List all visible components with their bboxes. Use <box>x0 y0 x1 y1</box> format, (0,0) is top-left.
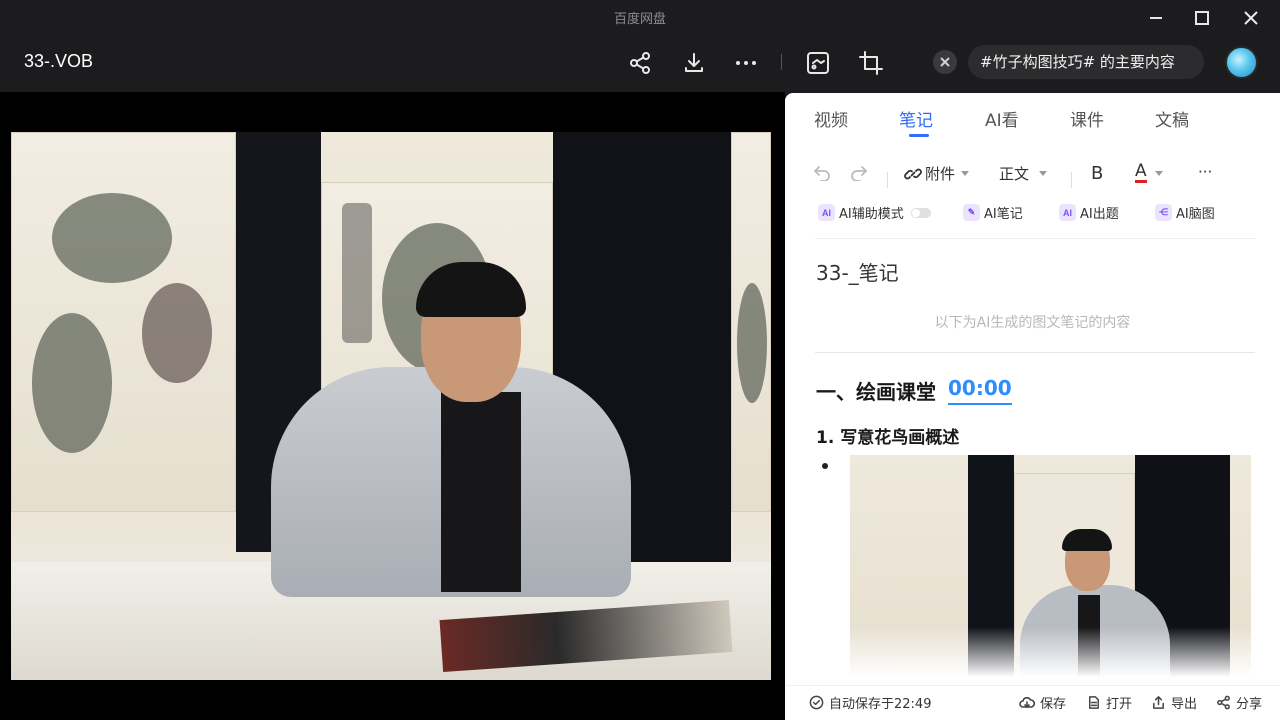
tab-video[interactable]: 视频 <box>814 106 848 131</box>
bold-button[interactable]: B <box>1091 163 1103 184</box>
attachment-label: 附件 <box>925 165 956 183</box>
search-query-pill[interactable]: #竹子构图技巧# 的主要内容 <box>968 45 1204 79</box>
notes-panel: 视频 笔记 AI看 课件 文稿 附件 正文 B A ··· AI AI辅助模式 … <box>785 93 1280 720</box>
ai-assist-mode-label: AI辅助模式 <box>839 207 904 222</box>
active-tab-indicator <box>909 134 929 137</box>
toolbar-separator <box>781 54 782 70</box>
redo-button[interactable] <box>850 163 868 181</box>
note-heading-1: 一、绘画课堂 00:00 <box>816 376 1012 405</box>
document-icon <box>1089 696 1099 709</box>
open-button[interactable]: 打开 <box>1086 693 1132 712</box>
autosave-status: 自动保存于22:49 <box>809 693 931 712</box>
mindmap-icon: ⋲ <box>1155 204 1172 221</box>
chevron-down-icon <box>1039 171 1048 176</box>
timestamp-link[interactable]: 00:00 <box>948 376 1012 405</box>
more-icon: ··· <box>1198 163 1213 181</box>
maximize-button[interactable] <box>1182 4 1222 32</box>
cloud-save-icon <box>1019 696 1035 708</box>
download-button[interactable] <box>679 48 709 78</box>
ai-quiz-button[interactable]: AI AI出题 <box>1059 203 1119 222</box>
export-button[interactable]: 导出 <box>1151 693 1197 712</box>
crop-icon <box>859 51 883 75</box>
note-heading-2: 1. 写意花鸟画概述 <box>816 428 960 448</box>
bold-icon: B <box>1091 163 1104 184</box>
share-icon <box>1217 695 1230 710</box>
more-button[interactable] <box>731 48 761 78</box>
close-icon <box>940 57 950 67</box>
save-button[interactable]: 保存 <box>1019 693 1066 712</box>
undo-icon <box>814 166 830 181</box>
crop-button[interactable] <box>856 48 886 78</box>
list-bullet <box>822 463 828 469</box>
share-icon <box>630 52 650 74</box>
tab-transcript[interactable]: 文稿 <box>1155 106 1189 131</box>
share-label: 分享 <box>1236 697 1263 712</box>
share-note-button[interactable]: 分享 <box>1216 693 1262 712</box>
minimize-button[interactable] <box>1136 4 1176 32</box>
font-color-icon: A <box>1135 161 1147 183</box>
ai-quiz-icon: AI <box>1059 204 1076 221</box>
close-window-button[interactable] <box>1231 4 1271 32</box>
more-format-button[interactable]: ··· <box>1198 163 1212 181</box>
undo-button[interactable] <box>813 163 831 181</box>
note-edit-icon: ✎ <box>963 204 980 221</box>
toggle-switch[interactable] <box>910 207 931 218</box>
ai-assist-mode-toggle[interactable]: AI AI辅助模式 <box>818 203 931 222</box>
ai-icon: AI <box>818 204 835 221</box>
font-color-button[interactable]: A <box>1135 163 1163 183</box>
open-label: 打开 <box>1106 697 1133 712</box>
export-icon <box>1153 696 1164 709</box>
panel-tabs: 视频 笔记 AI看 课件 文稿 <box>785 93 1280 143</box>
note-title[interactable]: 33-_笔记 <box>816 257 899 286</box>
video-snapshot-image[interactable] <box>850 455 1251 677</box>
ai-note-button[interactable]: ✎ AI笔记 <box>963 203 1023 222</box>
ai-mindmap-label: AI脑图 <box>1176 207 1215 222</box>
autosave-label: 自动保存于22:49 <box>829 697 932 712</box>
save-label: 保存 <box>1040 697 1067 712</box>
redo-icon <box>851 166 867 181</box>
heading-text: 一、绘画课堂 <box>816 380 936 404</box>
title-bar: 百度网盘 <box>0 0 1280 34</box>
video-player[interactable] <box>0 92 785 720</box>
file-name: 33-.VOB <box>24 51 94 71</box>
download-icon <box>685 53 703 72</box>
painting-scroll <box>11 132 236 512</box>
more-icon <box>736 61 756 65</box>
check-circle-icon <box>809 695 824 710</box>
close-icon <box>1244 11 1258 25</box>
text-style-select[interactable]: 正文 <box>999 163 1048 184</box>
video-frame[interactable] <box>11 132 771 680</box>
export-label: 导出 <box>1171 697 1198 712</box>
ai-mindmap-button[interactable]: ⋲ AI脑图 <box>1155 203 1215 222</box>
format-toolbar: 附件 正文 B A ··· <box>785 155 1280 189</box>
minimize-icon <box>1150 17 1162 19</box>
ai-tools-row: AI AI辅助模式 ✎ AI笔记 AI AI出题 ⋲ AI脑图 <box>785 197 1280 227</box>
app-title: 百度网盘 <box>613 12 666 27</box>
screenshot-button[interactable] <box>803 48 833 78</box>
ai-quiz-label: AI出题 <box>1080 207 1119 222</box>
chevron-down-icon <box>1154 170 1163 176</box>
link-icon <box>904 168 922 179</box>
maximize-icon <box>1195 11 1209 25</box>
chevron-down-icon <box>961 171 970 176</box>
ai-note-label: AI笔记 <box>984 207 1023 222</box>
tab-courseware[interactable]: 课件 <box>1070 106 1104 131</box>
tab-ai-watch[interactable]: AI看 <box>985 106 1019 131</box>
painting-scroll <box>731 132 771 512</box>
tab-notes[interactable]: 笔记 <box>899 106 933 131</box>
ai-generated-hint: 以下为AI生成的图文笔记的内容 <box>934 315 1131 331</box>
screenshot-icon <box>807 52 829 74</box>
attachment-button[interactable]: 附件 <box>904 163 970 184</box>
avatar[interactable] <box>1225 46 1258 79</box>
notes-footer: 自动保存于22:49 保存 打开 导出 分享 <box>785 685 1280 720</box>
share-button[interactable] <box>625 48 655 78</box>
close-search-button[interactable] <box>933 50 957 74</box>
text-style-label: 正文 <box>999 165 1030 183</box>
